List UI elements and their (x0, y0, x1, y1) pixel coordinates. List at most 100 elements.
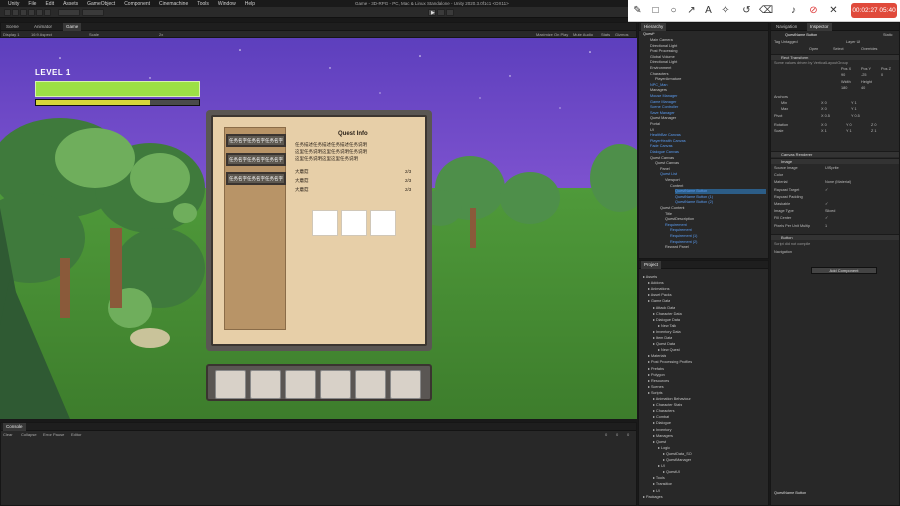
transform-tool-button[interactable] (44, 9, 51, 16)
reward-slot-1[interactable] (312, 210, 338, 236)
square-icon[interactable]: □ (650, 5, 661, 16)
reward-slot-3[interactable] (370, 210, 396, 236)
hierarchy-item[interactable]: QuestName Button (675, 189, 766, 195)
hierarchy-item[interactable]: Panel (660, 167, 766, 172)
arrow-icon[interactable]: ↗ (686, 5, 697, 16)
trash-icon[interactable]: ⌫ (759, 5, 773, 16)
rotation-z[interactable]: Z 0 (871, 123, 896, 128)
tab-project[interactable]: Project (641, 261, 662, 269)
hierarchy-item[interactable]: HealthBar Canvas (650, 133, 766, 138)
undo-icon[interactable]: ↺ (741, 5, 752, 16)
maximize-toggle[interactable]: Maximize On Play (536, 32, 568, 37)
speaker-icon[interactable]: ♪ (788, 5, 799, 16)
collapse-toggle[interactable]: Collapse (21, 432, 37, 437)
menu-gameobject[interactable]: GameObject (87, 1, 115, 7)
hierarchy-item[interactable]: Requirement (670, 228, 766, 233)
hierarchy-item[interactable]: Requirement (1) (670, 234, 766, 239)
project-tree-item[interactable]: ▸ Packages (643, 495, 663, 500)
project-tree-item[interactable]: ▸ Transition (653, 482, 672, 487)
menu-edit[interactable]: Edit (45, 1, 54, 7)
menu-help[interactable]: Help (245, 1, 255, 7)
project-tree-item[interactable]: ▸ Materials (648, 354, 666, 359)
scene-root[interactable]: Quest* (643, 32, 655, 37)
menu-cinemachine[interactable]: Cinemachine (159, 1, 188, 7)
menu-file[interactable]: File (28, 1, 36, 7)
image-property-value[interactable]: ✓ (825, 202, 896, 207)
project-tree-item[interactable]: ▸ Item Data (653, 336, 672, 341)
hierarchy-item[interactable]: Directional Light (650, 60, 766, 65)
hierarchy-item[interactable]: QuestName Button (2) (675, 200, 766, 205)
close-icon[interactable]: ✕ (828, 5, 839, 16)
prefab-overrides-button[interactable]: Overrides (861, 47, 896, 52)
tab-navigation[interactable]: Navigation (773, 23, 800, 31)
hierarchy-item[interactable]: Title (665, 212, 766, 217)
project-tree-item[interactable]: ▸ Inventory (653, 428, 672, 433)
project-tree-item[interactable]: ▸ Logic (658, 446, 670, 451)
project-tree-item[interactable]: ▸ Scripts (648, 391, 663, 396)
editor-select[interactable]: Editor (71, 432, 81, 437)
play-button[interactable]: ▶ (428, 9, 436, 16)
project-tree-item[interactable]: ▸ Prefabs (648, 367, 664, 372)
tab-hierarchy[interactable]: Hierarchy (641, 23, 667, 31)
pivot-toggle[interactable] (58, 9, 80, 16)
project-tree-item[interactable]: ▸ QuestUI (663, 470, 680, 475)
hierarchy-item[interactable]: Dialogue Canvas (650, 150, 766, 155)
project-tree-item[interactable]: ▸ Game Data (648, 299, 670, 304)
hierarchy-item[interactable]: Environment (650, 66, 766, 71)
mute-toggle[interactable]: Mute Audio (573, 32, 593, 37)
project-tree-item[interactable]: ▸ Character Stats (653, 403, 682, 408)
recording-timer[interactable]: 00:02:27 05:40 (851, 3, 897, 18)
image-property-value[interactable] (825, 173, 896, 178)
gizmos-toggle[interactable]: Gizmos (615, 32, 629, 37)
hierarchy-item[interactable]: Mouse Manager (650, 94, 766, 99)
project-tree-item[interactable]: ▸ Polygon (648, 373, 665, 378)
hierarchy-item[interactable]: Characters (650, 72, 766, 77)
step-button[interactable] (446, 9, 454, 16)
magic-icon[interactable]: ✧ (720, 5, 731, 16)
hierarchy-item[interactable]: QuestName Button (1) (675, 195, 766, 200)
project-tree-item[interactable]: ▸ Character Data (653, 312, 682, 317)
tab-console[interactable]: Console (3, 423, 26, 431)
project-tree-item[interactable]: ▸ Scenes (648, 385, 664, 390)
tab-inspector[interactable]: Inspector (807, 23, 832, 31)
object-name[interactable]: QuestName Button (785, 33, 896, 38)
tab-animator[interactable]: Animator (31, 23, 55, 31)
pivot-y[interactable]: Y 0.5 (851, 114, 896, 119)
tab-game[interactable]: Game (63, 23, 82, 31)
canvas-renderer-header[interactable]: Canvas Renderer (771, 151, 899, 157)
hierarchy-item[interactable]: Post Processing (650, 49, 766, 54)
rotate-tool-button[interactable] (20, 9, 27, 16)
mic-off-icon[interactable]: ⊘ (808, 5, 819, 16)
hand-tool-button[interactable] (4, 9, 11, 16)
hierarchy-item[interactable]: PlayerHealth Canvas (650, 139, 766, 144)
anchor-min-y[interactable]: Y 1 (851, 101, 896, 106)
hierarchy-item[interactable]: Fade Canvas (650, 144, 766, 149)
hierarchy-item[interactable]: Reward Panel (665, 245, 766, 250)
project-tree-item[interactable]: ▸ Quest Data (653, 342, 675, 347)
image-header[interactable]: Image (771, 158, 899, 164)
action-slot-4[interactable] (320, 370, 351, 399)
tab-scene[interactable]: Scene (3, 23, 22, 31)
reward-slot-2[interactable] (341, 210, 367, 236)
global-toggle[interactable] (82, 9, 104, 16)
project-tree-item[interactable]: ▸ Assets (643, 275, 657, 280)
image-property-value[interactable]: 1 (825, 224, 896, 229)
hierarchy-item[interactable]: Directional Light (650, 44, 766, 49)
project-tree-item[interactable]: ▸ Resources (648, 379, 669, 384)
scale-tool-button[interactable] (28, 9, 35, 16)
project-tree-item[interactable]: ▸ Dialogue Data (653, 318, 680, 323)
quest-name-button-2[interactable]: 任务名字任务名字任务名字 (226, 153, 286, 166)
menu-window[interactable]: Window (218, 1, 236, 7)
project-tree-item[interactable]: ▸ Inventory Data (653, 330, 681, 335)
action-slot-3[interactable] (285, 370, 316, 399)
action-slot-1[interactable] (215, 370, 246, 399)
anchors-label[interactable]: Anchors (774, 95, 896, 100)
hierarchy-item[interactable]: Quest List (660, 172, 766, 177)
hierarchy-item[interactable]: Save Manager (650, 111, 766, 116)
error-pause-toggle[interactable]: Error Pause (43, 432, 64, 437)
hierarchy-item[interactable]: Quest Content (660, 206, 766, 211)
project-tree-item[interactable]: ▸ Animations (648, 287, 670, 292)
rect-transform-header[interactable]: Rect Transform (771, 54, 899, 60)
project-tree-item[interactable]: ▸ New Quest (658, 348, 680, 353)
hierarchy-item[interactable]: NPC_Man (650, 83, 766, 88)
